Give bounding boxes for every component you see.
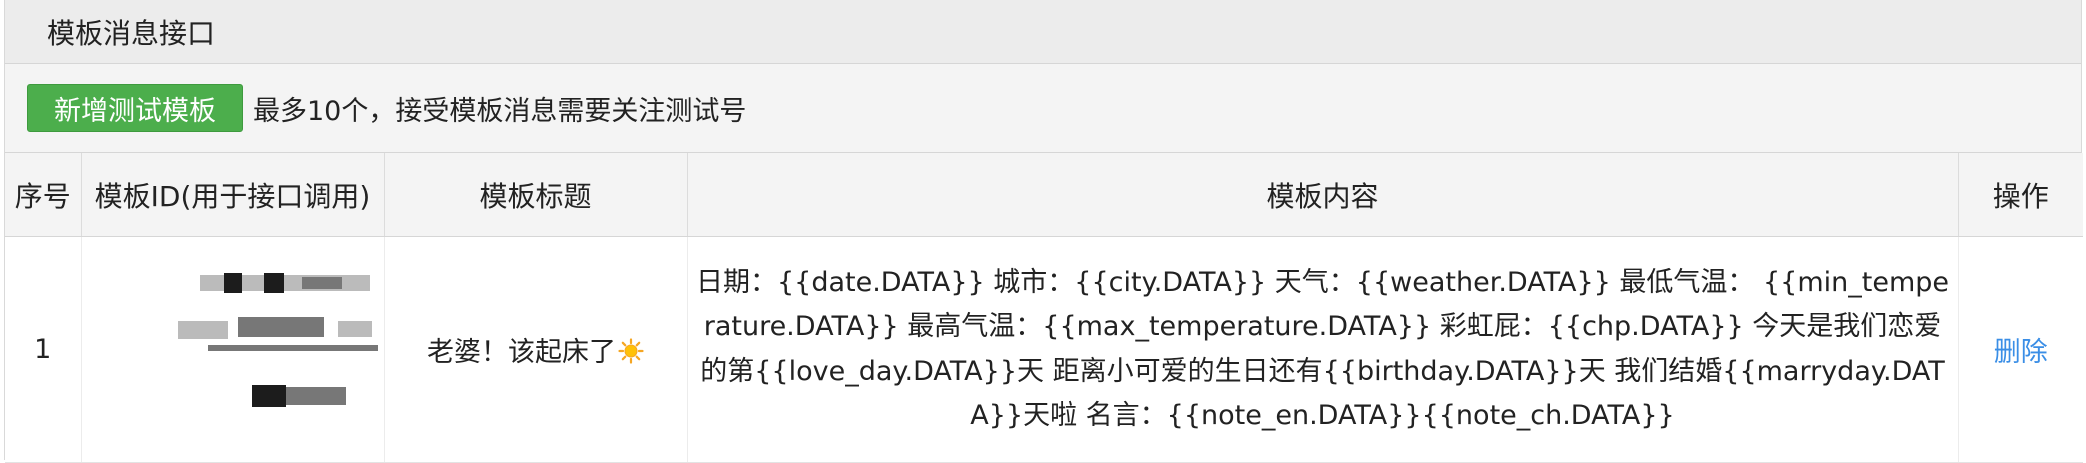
toolbar: 新增测试模板 最多10个，接受模板消息需要关注测试号 xyxy=(5,64,2081,153)
action-cell: 删除 xyxy=(1958,236,2083,463)
redaction-mark xyxy=(263,273,284,293)
template-message-panel: 模板消息接口 新增测试模板 最多10个，接受模板消息需要关注测试号 序号 模板I… xyxy=(4,0,2083,463)
table-header-row: 序号 模板ID(用于接口调用) 模板标题 模板内容 操作 xyxy=(5,153,2083,237)
template-title: 老婆！该起床了 xyxy=(427,337,616,368)
column-header-content: 模板内容 xyxy=(687,153,1959,237)
redaction-mark xyxy=(237,317,324,337)
panel-title: 模板消息接口 xyxy=(5,0,2081,64)
column-header-index: 序号 xyxy=(5,153,82,237)
redaction-mark xyxy=(251,385,286,407)
redaction-mark xyxy=(301,277,342,289)
sun-icon xyxy=(618,338,644,364)
column-header-action: 操作 xyxy=(1958,153,2083,237)
template-table: 序号 模板ID(用于接口调用) 模板标题 模板内容 操作 1 老婆！该起床了 日… xyxy=(5,153,2083,463)
add-test-template-button[interactable]: 新增测试模板 xyxy=(27,84,243,132)
toolbar-note: 最多10个，接受模板消息需要关注测试号 xyxy=(253,95,747,127)
delete-link[interactable]: 删除 xyxy=(1994,337,2048,368)
template-id-cell[interactable] xyxy=(81,236,385,463)
redaction-mark xyxy=(177,321,228,339)
redaction-mark xyxy=(337,321,372,337)
template-title-cell: 老婆！该起床了 xyxy=(384,236,688,463)
table-row: 1 老婆！该起床了 日期：{{date.DATA}} 城市：{{city.DAT… xyxy=(5,236,2083,463)
row-index: 1 xyxy=(5,236,82,463)
column-header-title: 模板标题 xyxy=(384,153,688,237)
column-header-template-id: 模板ID(用于接口调用) xyxy=(81,153,385,237)
redaction-mark xyxy=(223,273,242,293)
redaction-mark xyxy=(285,387,346,405)
template-content-cell: 日期：{{date.DATA}} 城市：{{city.DATA}} 天气：{{w… xyxy=(687,236,1959,463)
redaction-mark xyxy=(207,345,378,351)
